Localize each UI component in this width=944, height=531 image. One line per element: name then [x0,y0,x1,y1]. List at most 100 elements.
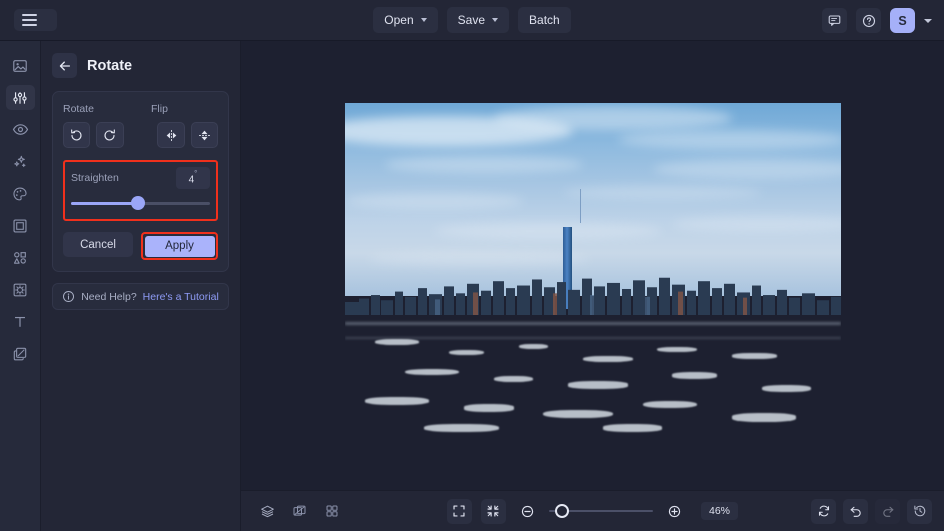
fit-screen-button[interactable] [446,498,472,524]
rotate-left-button[interactable] [63,122,91,148]
straighten-unit: ° [194,169,198,178]
reset-button[interactable] [811,498,836,524]
rail-item-adjustments[interactable] [5,85,35,110]
back-button[interactable] [52,53,77,78]
straighten-control-highlight: Straighten 4° [63,160,218,222]
feedback-icon [828,15,841,26]
rail-item-color[interactable] [6,181,35,206]
rail-item-ai-effects[interactable] [6,149,35,174]
skyline-svg [345,277,841,316]
batch-button[interactable]: Batch [518,7,571,33]
rotate-right-icon [104,128,116,140]
eye-icon [12,124,28,135]
effects-icon [13,283,27,296]
flip-vertical-icon [199,130,210,140]
top-toolbar: Open Save Batch S [0,0,944,41]
account-actions: S [822,0,932,41]
zoom-out-button[interactable] [515,499,540,524]
chevron-down-icon [492,18,499,22]
frame-icon [13,218,27,233]
panel-header: Rotate [52,53,229,78]
zoom-slider-knob[interactable] [555,504,570,518]
help-text: Need Help? [81,290,137,303]
photo-image [345,103,841,435]
group-labels: Rotate Flip [63,103,218,115]
help-button[interactable] [856,8,881,33]
photo-container[interactable] [345,103,841,435]
zoom-in-button[interactable] [662,499,687,524]
rail-item-frame[interactable] [6,213,35,238]
button-group-spacer [130,122,152,148]
save-label: Save [457,13,486,27]
page-title: Rotate [87,57,133,74]
tool-rail [0,41,41,531]
tutorial-link[interactable]: Here's a Tutorial [143,291,219,303]
zoom-slider[interactable] [548,504,653,518]
rotate-right-button[interactable] [96,122,124,148]
avatar[interactable]: S [890,8,915,33]
zoom-in-icon [668,505,681,517]
rail-item-image[interactable] [6,53,35,78]
redo-button[interactable] [875,498,900,524]
feedback-button[interactable] [822,8,847,33]
rotate-panel: Rotate Rotate Flip Straighten 4° Cancel … [41,41,241,531]
apply-button-highlight: Apply [141,232,218,261]
shapes-icon [13,251,26,264]
arrow-left-icon [59,60,70,71]
layers-icon [13,347,27,360]
slider-knob[interactable] [130,196,145,211]
flip-horizontal-icon [166,129,176,141]
adjustments-icon [13,91,27,104]
bottom-toolbar: 46% [241,490,944,531]
straighten-value-field[interactable]: 4° [176,167,210,190]
apply-button[interactable]: Apply [144,235,215,257]
undo-icon [850,506,861,517]
panel-actions: Cancel Apply [63,232,218,261]
photo-editor-app: Open Save Batch S Rotate Rotate Flip Str… [0,0,944,531]
actual-size-button[interactable] [480,498,506,524]
skyline-region [345,276,841,316]
text-icon [15,316,25,327]
palette-icon [13,187,27,200]
reset-icon [818,505,829,517]
help-banner[interactable]: Need Help? Here's a Tutorial [52,283,229,311]
zoom-out-icon [521,505,534,517]
tower-spire [579,188,581,223]
batch-label: Batch [529,13,560,27]
save-button[interactable]: Save [446,7,510,33]
file-actions: Open Save Batch [0,7,944,33]
fit-screen-icon [453,505,466,517]
open-button[interactable]: Open [373,7,438,33]
slider-fill [71,202,138,205]
chevron-down-icon [420,18,427,22]
rotate-left-icon [71,128,82,140]
zoom-level[interactable]: 46% [700,502,738,520]
chevron-down-icon[interactable] [924,18,932,23]
rotate-group-label: Rotate [63,103,94,115]
straighten-header: Straighten 4° [71,167,210,190]
rotate-card: Rotate Flip Straighten 4° Cancel Apply [52,91,229,273]
info-icon [63,291,75,303]
undo-button[interactable] [843,498,868,524]
image-icon [13,59,27,72]
history-controls [811,498,932,524]
rail-item-shapes[interactable] [6,245,35,270]
flip-vertical-button[interactable] [190,122,219,148]
sparkles-icon [14,155,26,167]
history-icon [913,505,925,517]
open-label: Open [384,13,414,27]
rail-item-retouch[interactable] [6,117,35,142]
cancel-button[interactable]: Cancel [63,232,133,258]
help-icon [862,14,875,27]
canvas-area[interactable] [241,41,944,490]
actual-size-icon [487,505,500,517]
history-button[interactable] [907,498,932,524]
rail-item-text[interactable] [6,309,35,334]
rail-item-effects[interactable] [6,277,35,302]
transform-buttons [63,122,219,148]
straighten-slider[interactable] [71,196,210,211]
flip-group-label: Flip [151,103,168,115]
straighten-label: Straighten [71,172,119,185]
flip-horizontal-button[interactable] [157,122,185,148]
rail-item-layers[interactable] [6,341,35,366]
